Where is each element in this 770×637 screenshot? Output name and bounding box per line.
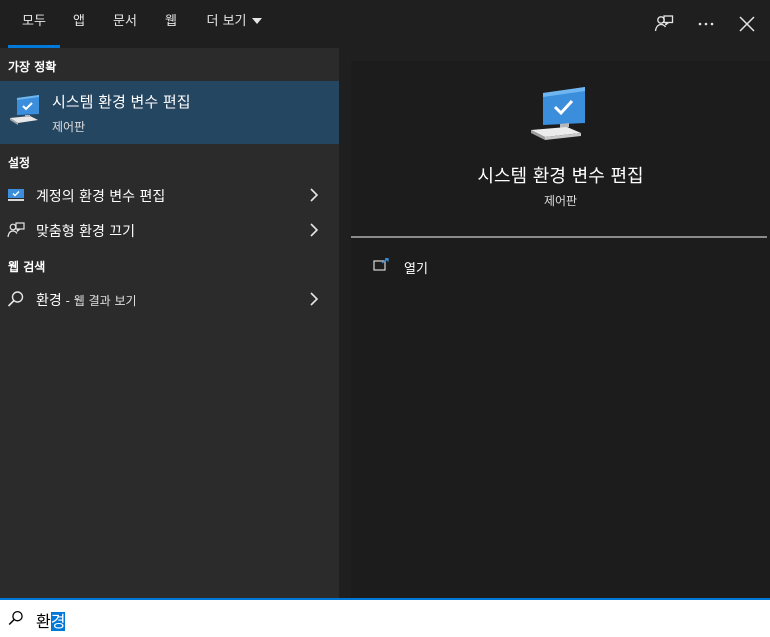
person-chat-icon (7, 221, 25, 239)
tab-more-label: 더 보기 (206, 14, 247, 29)
system-monitor-icon (529, 85, 591, 143)
settings-item-label: 맞춤형 환경 끄기 (36, 224, 136, 240)
search-icon (8, 610, 24, 626)
tab-more-dropdown[interactable]: 더 보기 (196, 0, 272, 48)
tab-web[interactable]: 웹 (156, 0, 186, 48)
web-search-suffix: - 웹 결과 보기 (61, 294, 137, 308)
web-search-result[interactable]: 환경 - 웹 결과 보기 (0, 282, 339, 316)
caret-down-icon (251, 18, 262, 24)
detail-subtitle: 제어판 (543, 194, 578, 208)
settings-item-custom-env-off[interactable]: 맞춤형 환경 끄기 (0, 213, 339, 247)
best-match-result[interactable]: 시스템 환경 변수 편집 제어판 (0, 81, 339, 144)
tab-apps[interactable]: 앱 (64, 0, 94, 48)
web-search-query: 환경 (36, 293, 62, 309)
chevron-right-icon (308, 222, 320, 238)
detail-title: 시스템 환경 변수 편집 (477, 166, 644, 187)
monitor-icon (7, 186, 25, 204)
tab-documents[interactable]: 문서 (102, 0, 148, 48)
feedback-icon[interactable] (650, 10, 678, 38)
settings-item-edit-account-env[interactable]: 계정의 환경 변수 편집 (0, 178, 339, 212)
section-web-search: 웹 검색 (8, 260, 46, 274)
open-action[interactable]: 열기 (373, 257, 493, 279)
best-match-subtitle: 제어판 (52, 120, 86, 134)
search-icon (7, 290, 25, 308)
results-panel: 가장 정확 시스템 환경 변수 편집 제어판 설정 계정의 환경 변수 편집 맞… (0, 48, 339, 598)
detail-divider (351, 236, 767, 238)
search-input[interactable]: 환경 (36, 608, 66, 632)
chevron-right-icon (308, 187, 320, 203)
section-best-match: 가장 정확 (8, 60, 57, 74)
search-bar[interactable]: 환경 (0, 598, 770, 637)
best-match-title: 시스템 환경 변수 편집 (52, 93, 191, 111)
open-icon (373, 257, 389, 271)
web-search-label: 환경 - 웹 결과 보기 (36, 290, 137, 310)
search-text: 환 (36, 612, 51, 631)
close-icon[interactable] (733, 10, 761, 38)
chevron-right-icon (308, 291, 320, 307)
system-monitor-icon (8, 94, 42, 128)
settings-item-label: 계정의 환경 변수 편집 (36, 189, 166, 205)
more-options-icon[interactable] (692, 10, 720, 38)
tab-all[interactable]: 모두 (8, 0, 60, 48)
search-text-selected: 경 (50, 612, 66, 631)
panel-separator (339, 48, 351, 598)
open-action-label: 열기 (404, 262, 428, 277)
section-settings: 설정 (8, 156, 31, 170)
detail-panel: 시스템 환경 변수 편집 제어판 열기 (351, 61, 770, 598)
top-bar: 모두 앱 문서 웹 더 보기 (0, 0, 770, 48)
